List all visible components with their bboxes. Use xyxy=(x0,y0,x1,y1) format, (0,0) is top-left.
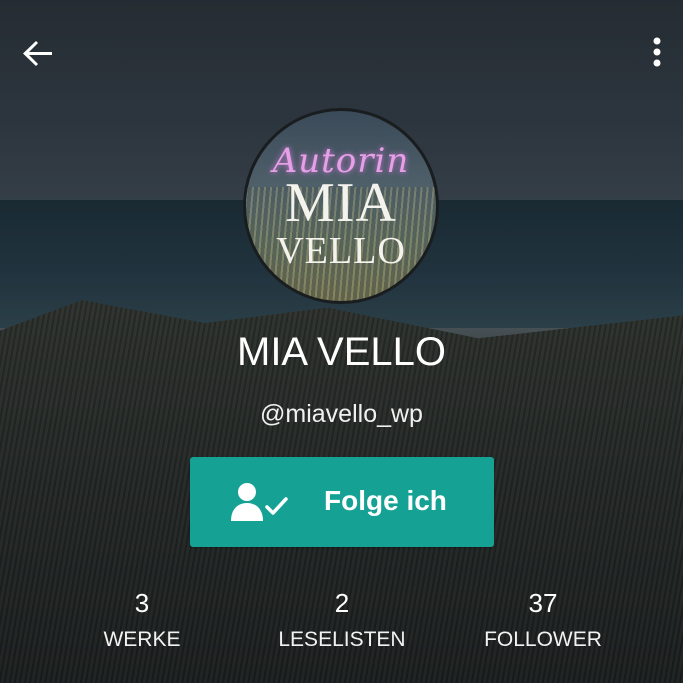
arrow-left-icon xyxy=(23,41,52,66)
back-button[interactable] xyxy=(18,34,58,74)
more-options-button[interactable] xyxy=(645,33,669,73)
stat-works-value: 3 xyxy=(134,588,150,618)
stat-reading-lists[interactable]: 2 LESELISTEN xyxy=(252,588,432,652)
top-bar xyxy=(0,0,683,100)
profile-name: MIA VELLO xyxy=(237,330,446,374)
avatar-name-line1: MIA xyxy=(285,172,397,234)
stat-reading-lists-value: 2 xyxy=(334,588,350,618)
stat-works-label: WERKE xyxy=(103,628,181,651)
stat-reading-lists-label: LESELISTEN xyxy=(278,628,406,651)
following-button[interactable]: Folge ich xyxy=(190,457,494,547)
user-check-icon xyxy=(231,483,288,521)
profile-avatar[interactable]: Autorin MIA VELLO xyxy=(243,108,439,304)
stat-followers[interactable]: 37 FOLLOWER xyxy=(453,588,633,652)
more-vertical-icon xyxy=(653,37,661,67)
following-button-label: Folge ich xyxy=(324,485,447,516)
profile-handle: @miavello_wp xyxy=(260,400,423,428)
stat-followers-label: FOLLOWER xyxy=(484,628,602,651)
stat-followers-value: 37 xyxy=(528,588,558,618)
stat-works[interactable]: 3 WERKE xyxy=(52,588,232,652)
avatar-name-line2: VELLO xyxy=(276,230,406,272)
